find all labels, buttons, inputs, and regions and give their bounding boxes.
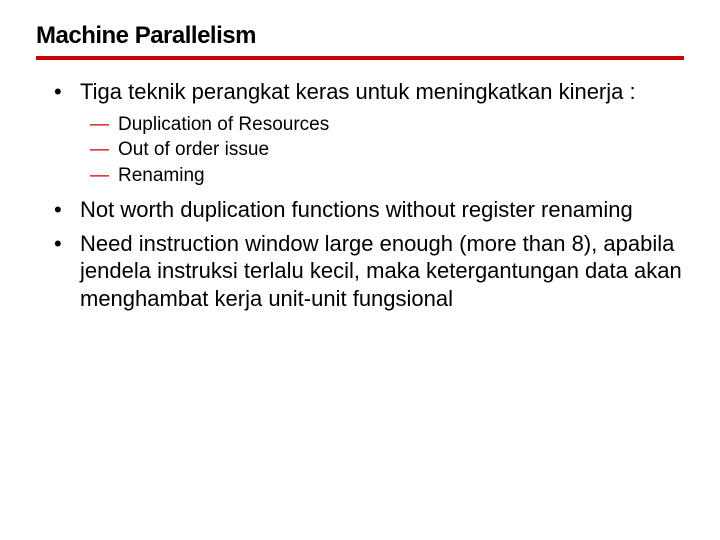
- list-item: Tiga teknik perangkat keras untuk mening…: [54, 78, 684, 188]
- bullet-text: Not worth duplication functions without …: [80, 197, 633, 222]
- bullet-text: Tiga teknik perangkat keras untuk mening…: [80, 79, 636, 104]
- bullet-text: Need instruction window large enough (mo…: [80, 231, 682, 311]
- title-divider: [36, 56, 684, 60]
- sub-item: Duplication of Resources: [90, 112, 684, 138]
- list-item: Not worth duplication functions without …: [54, 196, 684, 224]
- sub-list: Duplication of Resources Out of order is…: [80, 112, 684, 189]
- sub-item: Out of order issue: [90, 137, 684, 163]
- slide-title: Machine Parallelism: [36, 22, 684, 50]
- list-item: Need instruction window large enough (mo…: [54, 230, 684, 313]
- bullet-list: Tiga teknik perangkat keras untuk mening…: [36, 78, 684, 312]
- sub-item: Renaming: [90, 163, 684, 189]
